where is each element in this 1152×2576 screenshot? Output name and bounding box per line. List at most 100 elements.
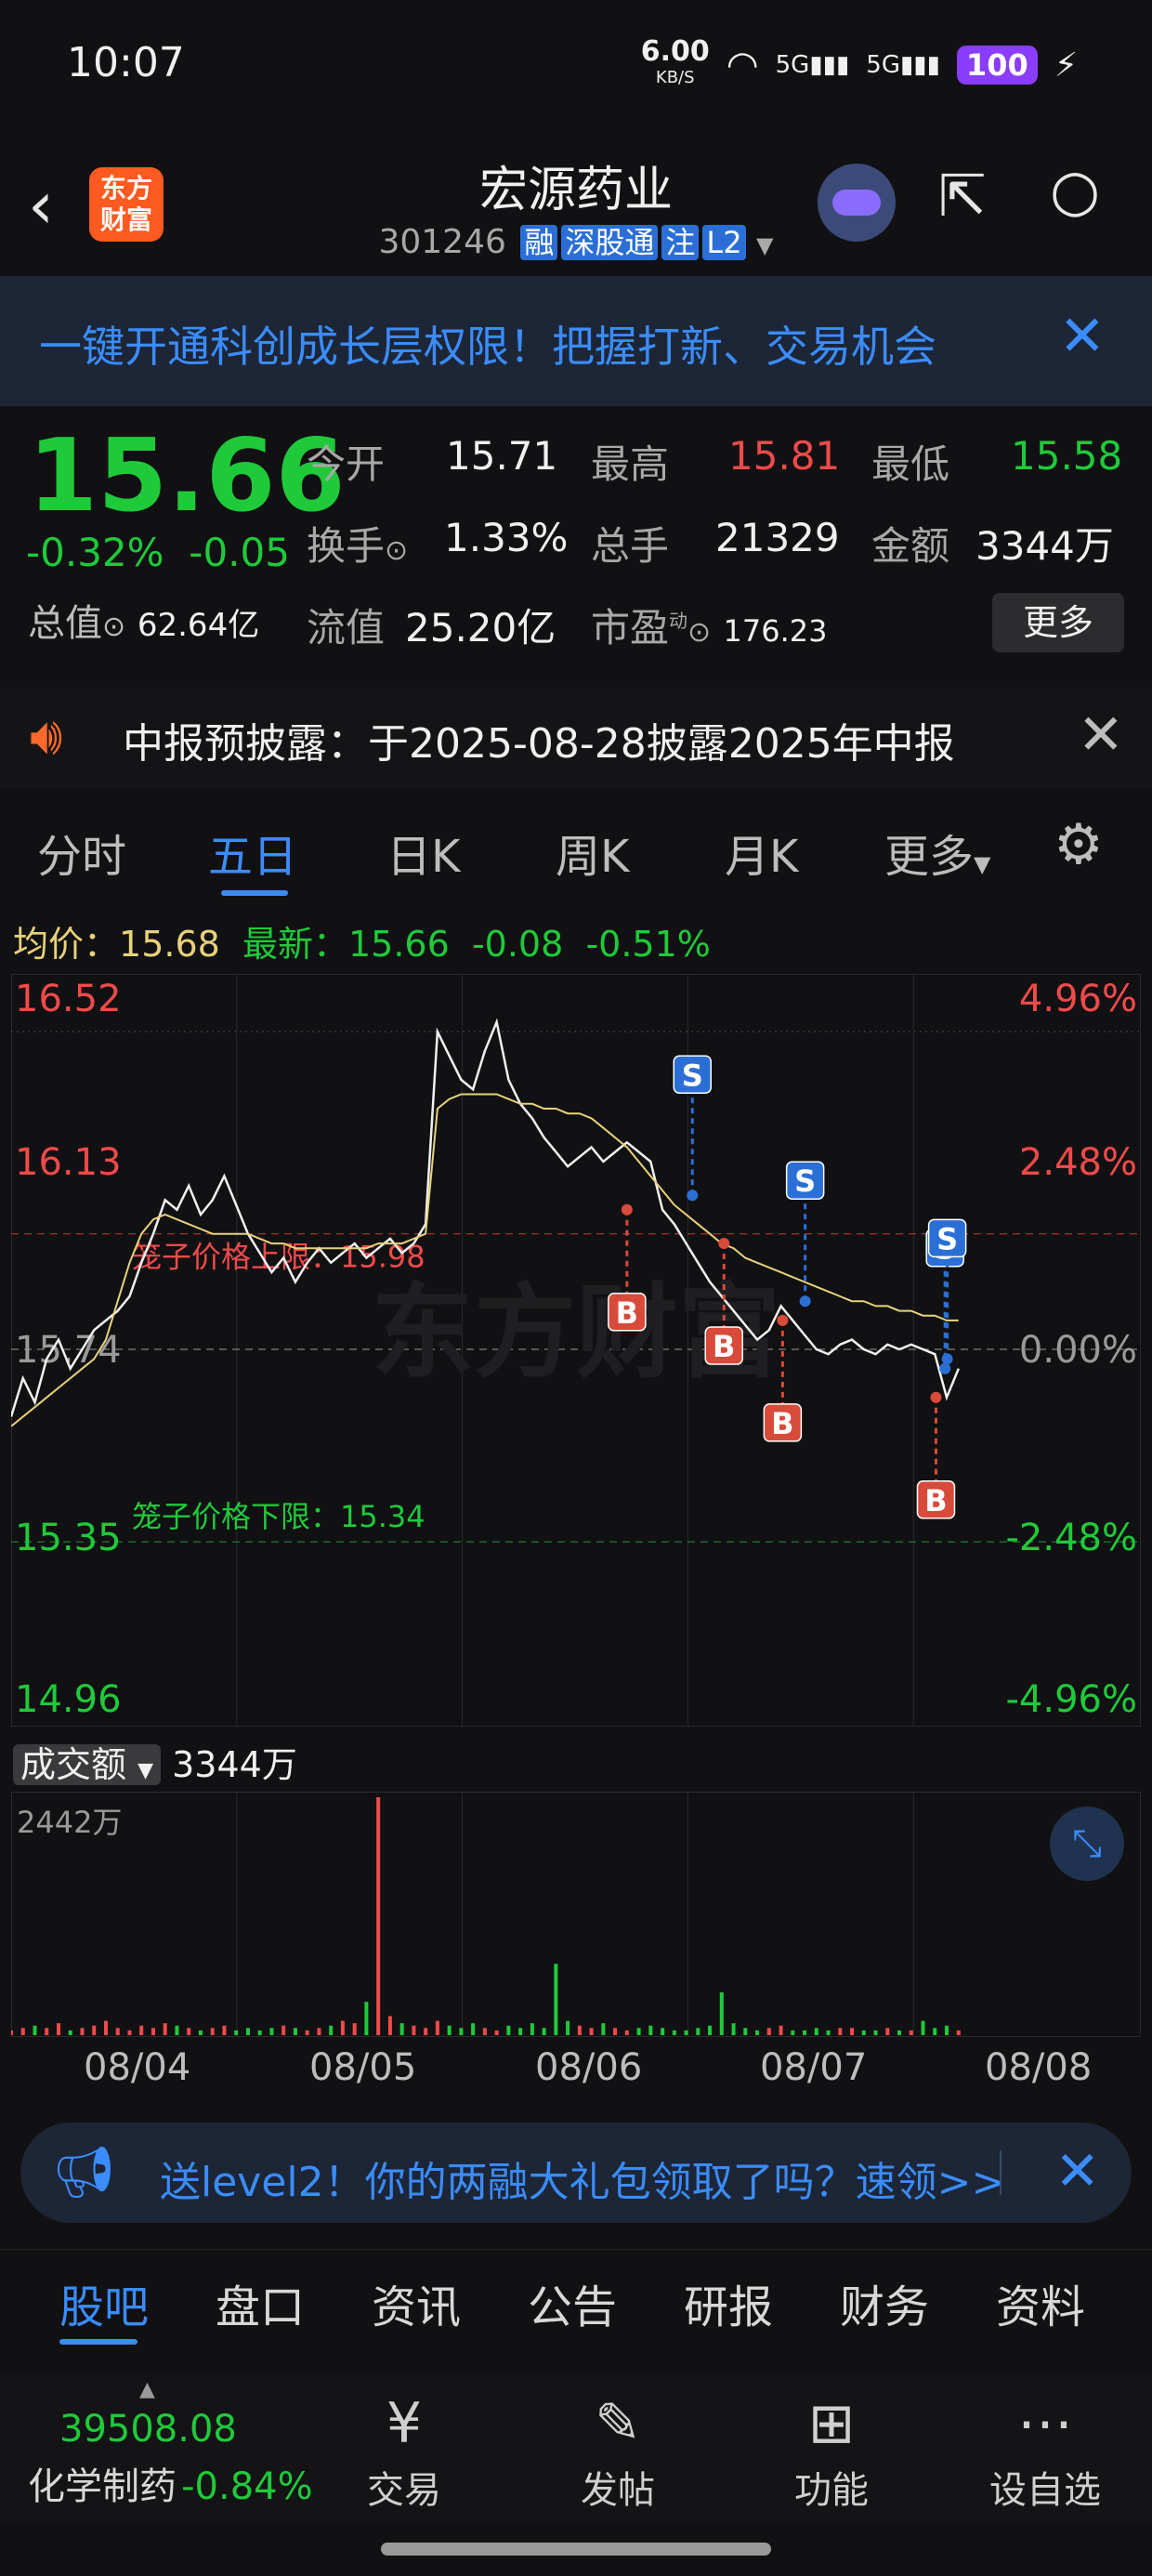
volume-bar bbox=[850, 2028, 855, 2035]
volume-bar bbox=[956, 2030, 961, 2035]
volume-bar bbox=[542, 2028, 546, 2035]
volume-bar bbox=[459, 2028, 464, 2035]
volume-bar bbox=[885, 2028, 890, 2035]
tag-connect: 深股通 bbox=[561, 225, 659, 260]
more-stats-button[interactable]: 更多 bbox=[992, 593, 1124, 652]
buy-marker-label: B bbox=[616, 1295, 638, 1331]
volume-bar bbox=[494, 2030, 499, 2035]
sector-index[interactable]: 39508.08 化学制药 -0.84% bbox=[28, 2408, 313, 2510]
earnings-notice[interactable]: 🔊︎ 中报预披露：于2025-08-28披露2025年中报 ✕ bbox=[0, 688, 1152, 790]
pe-stat: 市盈动⊙ 176.23 bbox=[591, 605, 828, 651]
trade-marker-point bbox=[718, 1238, 730, 1250]
volume-bar bbox=[33, 2025, 37, 2035]
volume-bar bbox=[103, 2020, 108, 2035]
sell-marker-label: S bbox=[794, 1163, 816, 1199]
volume-bar bbox=[566, 2020, 570, 2035]
five-day-price-chart[interactable]: 东方财富16.52 4.96%16.13 2.48%15.74 0.00%15.35-… bbox=[11, 974, 1141, 1727]
tab-intraday[interactable]: 分时 bbox=[37, 820, 126, 885]
volume-bar bbox=[352, 2023, 357, 2035]
tag-l2: L2 bbox=[702, 225, 746, 260]
volume-bar bbox=[234, 2030, 239, 2035]
volume-bar bbox=[257, 2030, 262, 2035]
info-icon[interactable]: ⊙ bbox=[102, 611, 125, 643]
trade-marker-point bbox=[941, 1353, 953, 1365]
tab-news[interactable]: 资讯 bbox=[372, 2270, 461, 2335]
tab-announcements[interactable]: 公告 bbox=[528, 2270, 617, 2335]
volume-bar bbox=[791, 2030, 795, 2035]
chevron-down-icon: ▼ bbox=[137, 1759, 154, 1782]
volume-bar bbox=[921, 2020, 925, 2035]
robot-assistant-icon[interactable] bbox=[818, 164, 896, 242]
tab-profile[interactable]: 资料 bbox=[996, 2270, 1085, 2335]
info-icon[interactable]: ⊙ bbox=[687, 616, 711, 649]
index-change: -0.84% bbox=[181, 2465, 313, 2508]
volume-bar bbox=[909, 2030, 913, 2035]
total-market-cap: 总值⊙ 62.64亿 bbox=[28, 602, 260, 645]
volume-bar bbox=[447, 2025, 452, 2035]
nav-watchlist[interactable]: ⋯ 设自选 bbox=[975, 2387, 1115, 2514]
volume-chart[interactable] bbox=[11, 1792, 1141, 2037]
sell-marker-label: S bbox=[682, 1058, 703, 1093]
volume-bar bbox=[92, 2025, 97, 2035]
share-icon[interactable]: ⇱ bbox=[938, 162, 987, 230]
volume-bar bbox=[56, 2023, 60, 2035]
trade-marker-point bbox=[621, 1203, 633, 1216]
y-tick-right: 4.96% bbox=[1019, 978, 1137, 1020]
volume-bar bbox=[897, 2030, 902, 2035]
volume-bar bbox=[766, 2028, 771, 2035]
tag-margin: 融 bbox=[520, 225, 558, 260]
volume-value: 21329 bbox=[715, 515, 840, 560]
sell-marker-label: S bbox=[936, 1221, 958, 1256]
promo-text: 送level2！你的两融大礼包领取了吗？速领>> bbox=[160, 2159, 1006, 2206]
volume-bar bbox=[518, 2028, 523, 2035]
tab-financials[interactable]: 财务 bbox=[840, 2270, 929, 2335]
open-stat: 今开 bbox=[307, 441, 386, 487]
volume-type-dropdown[interactable]: 成交额 ▼ bbox=[13, 1744, 162, 1785]
tab-more[interactable]: 更多▼ bbox=[884, 820, 990, 885]
battery-icon: 100 bbox=[956, 46, 1038, 85]
nav-trade[interactable]: ¥ 交易 bbox=[334, 2387, 474, 2514]
volume-bar bbox=[945, 2025, 949, 2035]
chevron-down-icon: ▼ bbox=[974, 851, 991, 877]
expand-icon[interactable]: ⤡ bbox=[1050, 1807, 1124, 1881]
info-icon[interactable]: ⊙ bbox=[385, 534, 408, 567]
bottom-navigation: ▲ 39508.08 化学制药 -0.84% ¥ 交易 ✎ 发帖 ⊞ 功能 ⋯ … bbox=[0, 2374, 1152, 2523]
home-indicator[interactable] bbox=[381, 2543, 771, 2556]
nav-function[interactable]: ⊞ 功能 bbox=[762, 2387, 901, 2514]
banner-text: 一键开通科创成长层权限！把握打新、交易机会 bbox=[39, 322, 936, 372]
tab-monthly-k[interactable]: 月K bbox=[725, 820, 798, 885]
close-icon[interactable]: ✕ bbox=[1054, 2139, 1100, 2202]
gear-icon[interactable]: ⚙ bbox=[1054, 812, 1104, 877]
volume-bar bbox=[305, 2030, 309, 2035]
chevron-down-icon: ▼ bbox=[756, 232, 774, 258]
tab-orderbook[interactable]: 盘口 bbox=[216, 2270, 305, 2335]
close-icon[interactable]: ✕ bbox=[1078, 703, 1124, 768]
tab-forum[interactable]: 股吧 bbox=[59, 2270, 149, 2335]
volume-bar bbox=[482, 2028, 487, 2035]
volume-bar bbox=[399, 2023, 404, 2035]
active-tab-indicator bbox=[221, 890, 288, 896]
y-tick-right: 0.00% bbox=[1019, 1329, 1137, 1372]
status-icons: 6.00 KB/S ◠ 5G▮▮▮ 5G▮▮▮ 100 ⚡ bbox=[641, 38, 1078, 89]
nav-post[interactable]: ✎ 发帖 bbox=[548, 2387, 687, 2514]
volume-bar bbox=[624, 2030, 629, 2035]
tab-five-day[interactable]: 五日 bbox=[208, 820, 297, 885]
volume-bar bbox=[222, 2025, 227, 2035]
index-value: 39508.08 bbox=[59, 2408, 237, 2451]
volume-bar bbox=[719, 1991, 724, 2035]
volume-bar bbox=[163, 2023, 167, 2035]
lower-limit-label: 笼子价格下限：15.34 bbox=[132, 1499, 425, 1534]
volume-bar bbox=[175, 2025, 179, 2035]
tab-daily-k[interactable]: 日K bbox=[386, 820, 460, 885]
volume-bar bbox=[210, 2028, 215, 2035]
volume-bar bbox=[281, 2025, 286, 2035]
promo-banner[interactable]: 一键开通科创成长层权限！把握打新、交易机会 ✕ bbox=[0, 276, 1152, 406]
volume-bar bbox=[933, 2028, 937, 2035]
search-icon[interactable]: ○ bbox=[1050, 156, 1100, 224]
tab-research[interactable]: 研报 bbox=[684, 2270, 773, 2335]
turnover-stat: 换手⊙ bbox=[307, 523, 409, 569]
close-icon[interactable]: ✕ bbox=[1059, 304, 1106, 369]
level2-promo[interactable]: 📢︎ 送level2！你的两融大礼包领取了吗？速领>> ✕ bbox=[20, 2123, 1132, 2223]
tab-weekly-k[interactable]: 周K bbox=[556, 820, 629, 885]
charging-icon: ⚡ bbox=[1054, 46, 1078, 85]
